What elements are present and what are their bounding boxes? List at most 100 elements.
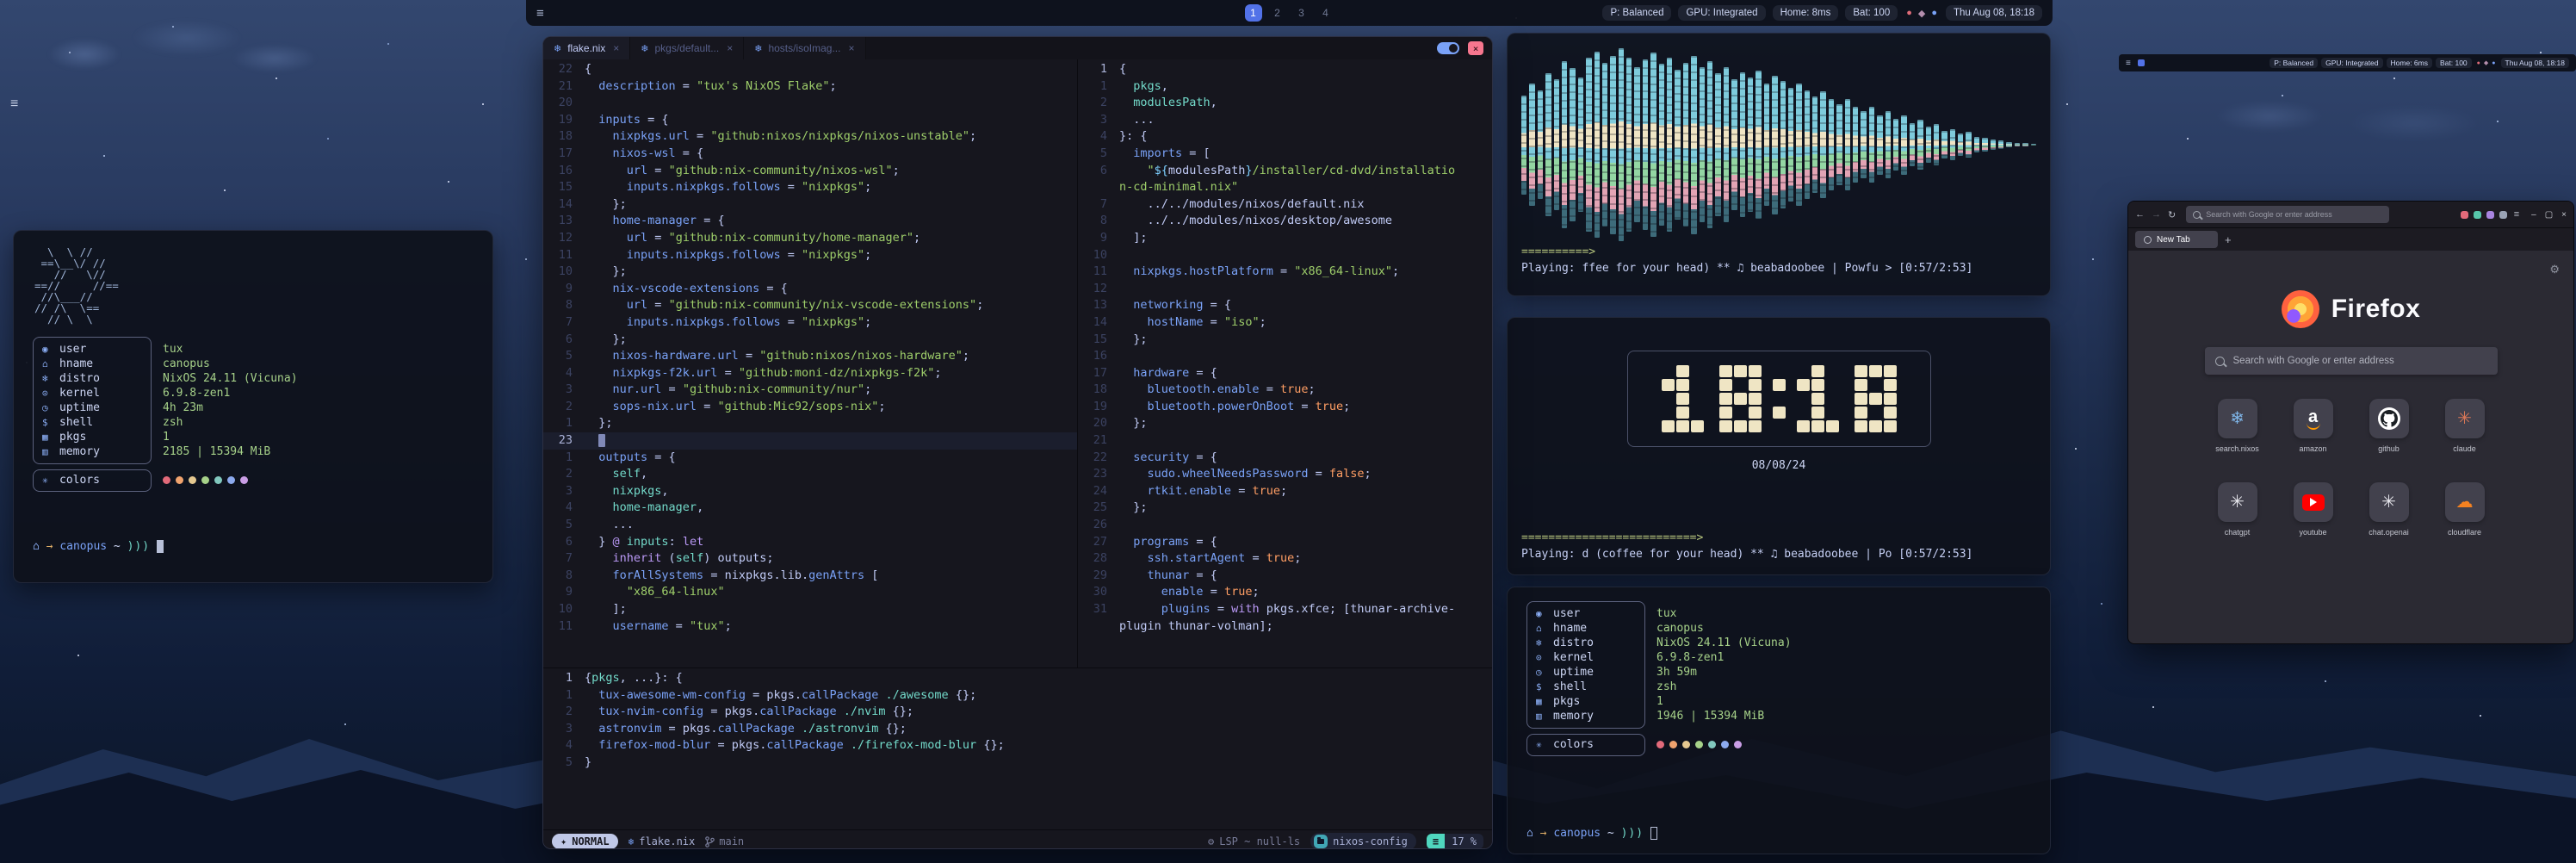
line-number: 1 bbox=[1078, 61, 1119, 78]
code-line: 23 sudo.wheelNeedsPassword = false; bbox=[1078, 466, 1492, 483]
terminal-visualizer[interactable]: ==========> Playing: ffee for your head)… bbox=[1507, 33, 2051, 296]
refresh-button[interactable]: ↻ bbox=[2168, 209, 2176, 220]
menu-launcher-icon[interactable]: ≡ bbox=[2126, 59, 2131, 68]
line-number: 4 bbox=[543, 737, 585, 754]
shortcut-claude[interactable]: ✳claude bbox=[2427, 399, 2503, 453]
extension-icon[interactable] bbox=[2461, 211, 2468, 219]
editor-pane-flake[interactable]: 22{21 description = "tux's NixOS Flake";… bbox=[543, 59, 1077, 667]
color-swatch bbox=[1721, 741, 1729, 748]
line-number: 3 bbox=[543, 721, 585, 738]
line-number: 20 bbox=[543, 95, 585, 112]
line-number: 15 bbox=[543, 179, 585, 196]
line-number: 18 bbox=[543, 128, 585, 146]
color-swatch bbox=[1682, 741, 1690, 748]
terminal-clock[interactable]: 08/08/24 ==========================> Pla… bbox=[1507, 317, 2051, 575]
close-buffer-icon[interactable]: × bbox=[613, 42, 619, 54]
workspace-4[interactable]: 4 bbox=[1317, 4, 1334, 22]
shell-prompt[interactable]: ⌂ → canopus ~ ))) bbox=[1526, 827, 2031, 840]
code-line: 18 nixpkgs.url = "github:nixos/nixpkgs/n… bbox=[543, 128, 1077, 146]
shell-prompt[interactable]: ⌂ → canopus ~ ))) bbox=[33, 540, 474, 553]
neovim-window[interactable]: ❄flake.nix×❄pkgs/default...×❄hosts/isoIm… bbox=[542, 36, 1493, 849]
editor-pane-packages[interactable]: 1{pkgs, ...}: {1 tux-awesome-wm-config =… bbox=[543, 668, 1492, 829]
extension-icon[interactable] bbox=[2486, 211, 2494, 219]
line-number: 1 bbox=[543, 687, 585, 705]
workspace-2[interactable]: 2 bbox=[1269, 4, 1286, 22]
line-number: 15 bbox=[1078, 332, 1119, 349]
workspace-indicator[interactable] bbox=[2138, 59, 2145, 66]
line-number: 7 bbox=[543, 314, 585, 332]
close-buffer-icon[interactable]: × bbox=[727, 42, 733, 54]
tray-icon[interactable]: ● bbox=[1931, 8, 1937, 18]
code-line: 14 hostName = "iso"; bbox=[1078, 314, 1492, 332]
buffer-tab-flake.nix[interactable]: ❄flake.nix× bbox=[543, 37, 630, 59]
code-line: 10 }; bbox=[543, 264, 1077, 281]
status-chip: GPU: Integrated bbox=[2321, 58, 2382, 68]
workspace-1[interactable]: 1 bbox=[1245, 4, 1262, 22]
toggle-pill[interactable] bbox=[1437, 42, 1459, 54]
code-line: 16 url = "github:nix-community/nixos-wsl… bbox=[543, 163, 1077, 180]
close-window-button[interactable]: × bbox=[1468, 41, 1483, 55]
menu-launcher-icon[interactable]: ≡ bbox=[536, 6, 544, 21]
code-line: 2 modulesPath, bbox=[1078, 95, 1492, 112]
tray-icon[interactable]: ● bbox=[1906, 8, 1912, 18]
code-line: 6 } @ inputs: let bbox=[543, 534, 1077, 551]
url-bar[interactable]: Search with Google or enter address bbox=[2186, 206, 2389, 223]
terminal-fetch-left[interactable]: \ \ // ==\__\/ // // \// ==// //== //\__… bbox=[13, 230, 493, 583]
line-number: 5 bbox=[543, 517, 585, 534]
system-tray: ● ◆ ● bbox=[1904, 8, 1939, 19]
player-progress: ==========================> bbox=[1521, 530, 2036, 546]
maximize-button[interactable]: ▢ bbox=[2545, 210, 2553, 220]
shortcut-cloudflare[interactable]: ☁cloudflare bbox=[2427, 482, 2503, 537]
buffer-tab-hosts/isoImag...[interactable]: ❄hosts/isoImag...× bbox=[744, 37, 865, 59]
extension-icon[interactable] bbox=[2499, 211, 2507, 219]
audio-visualizer bbox=[1521, 46, 2036, 244]
code-line: 2 self, bbox=[543, 466, 1077, 483]
menu-launcher-icon[interactable]: ≡ bbox=[10, 96, 18, 112]
code-line: 3 ... bbox=[1078, 112, 1492, 129]
shortcut-grid: ❄search.nixosaamazongithub✳claude ✳chatgp… bbox=[2200, 399, 2503, 537]
buffer-tab-pkgs/default...[interactable]: ❄pkgs/default...× bbox=[630, 37, 744, 59]
tray-icon[interactable]: ● bbox=[2477, 60, 2480, 66]
cursor bbox=[1650, 827, 1657, 840]
close-buffer-icon[interactable]: × bbox=[848, 42, 854, 54]
code-line: 26 bbox=[1078, 517, 1492, 534]
tab-new-tab[interactable]: New Tab bbox=[2135, 231, 2218, 248]
menu-button[interactable]: ≡ bbox=[2514, 209, 2519, 220]
color-swatch bbox=[214, 476, 222, 484]
extension-icon[interactable] bbox=[2474, 211, 2481, 219]
minimize-button[interactable]: – bbox=[2531, 210, 2536, 220]
shortcut-chat.openai[interactable]: ✳chat.openai bbox=[2351, 482, 2427, 537]
shortcut-chatgpt[interactable]: ✳chatgpt bbox=[2200, 482, 2276, 537]
shortcut-github[interactable]: github bbox=[2351, 399, 2427, 453]
back-button[interactable]: ← bbox=[2135, 209, 2145, 220]
close-button[interactable]: × bbox=[2561, 210, 2567, 220]
editor-pane-iso[interactable]: 1{1 pkgs,2 modulesPath,3 ...4}: {5 impor… bbox=[1078, 59, 1492, 667]
terminal-fetch-right[interactable]: ◉usertux⌂hnamecanopus❄distroNixOS 24.11 … bbox=[1507, 587, 2051, 854]
statusline: ✦ NORMAL ❄ flake.nix main ⚙ LSP ~ null-l… bbox=[543, 829, 1492, 849]
shortcut-amazon[interactable]: aamazon bbox=[2276, 399, 2351, 453]
color-swatch bbox=[1734, 741, 1742, 748]
github-icon bbox=[2369, 399, 2409, 438]
statusline-file: ❄ flake.nix bbox=[629, 835, 696, 847]
tray-icon[interactable]: ◆ bbox=[2484, 59, 2488, 66]
clock-digit bbox=[1855, 365, 1897, 432]
line-number: 29 bbox=[1078, 568, 1119, 585]
firefox-window[interactable]: ← → ↻ Search with Google or enter addres… bbox=[2127, 201, 2574, 644]
tray-icon[interactable]: ● bbox=[2492, 60, 2495, 66]
line-number: 22 bbox=[1078, 450, 1119, 467]
clock-digit bbox=[1773, 365, 1786, 432]
tray-icon[interactable]: ◆ bbox=[1918, 8, 1925, 19]
line-number: 13 bbox=[1078, 297, 1119, 314]
line-number: 20 bbox=[1078, 415, 1119, 432]
code-line: 7 ../../modules/nixos/default.nix bbox=[1078, 196, 1492, 214]
forward-button[interactable]: → bbox=[2152, 209, 2161, 220]
new-tab-button[interactable]: + bbox=[2225, 233, 2232, 246]
workspace-3[interactable]: 3 bbox=[1293, 4, 1310, 22]
newtab-search-input[interactable]: Search with Google or enter address bbox=[2205, 347, 2498, 375]
settings-gear-icon[interactable]: ⚙ bbox=[2549, 263, 2560, 276]
color-swatch bbox=[1669, 741, 1677, 748]
code-line: plugin thunar-volman]; bbox=[1078, 618, 1492, 636]
shortcut-search.nixos[interactable]: ❄search.nixos bbox=[2200, 399, 2276, 453]
shortcut-youtube[interactable]: youtube bbox=[2276, 482, 2351, 537]
line-number: 3 bbox=[543, 483, 585, 500]
